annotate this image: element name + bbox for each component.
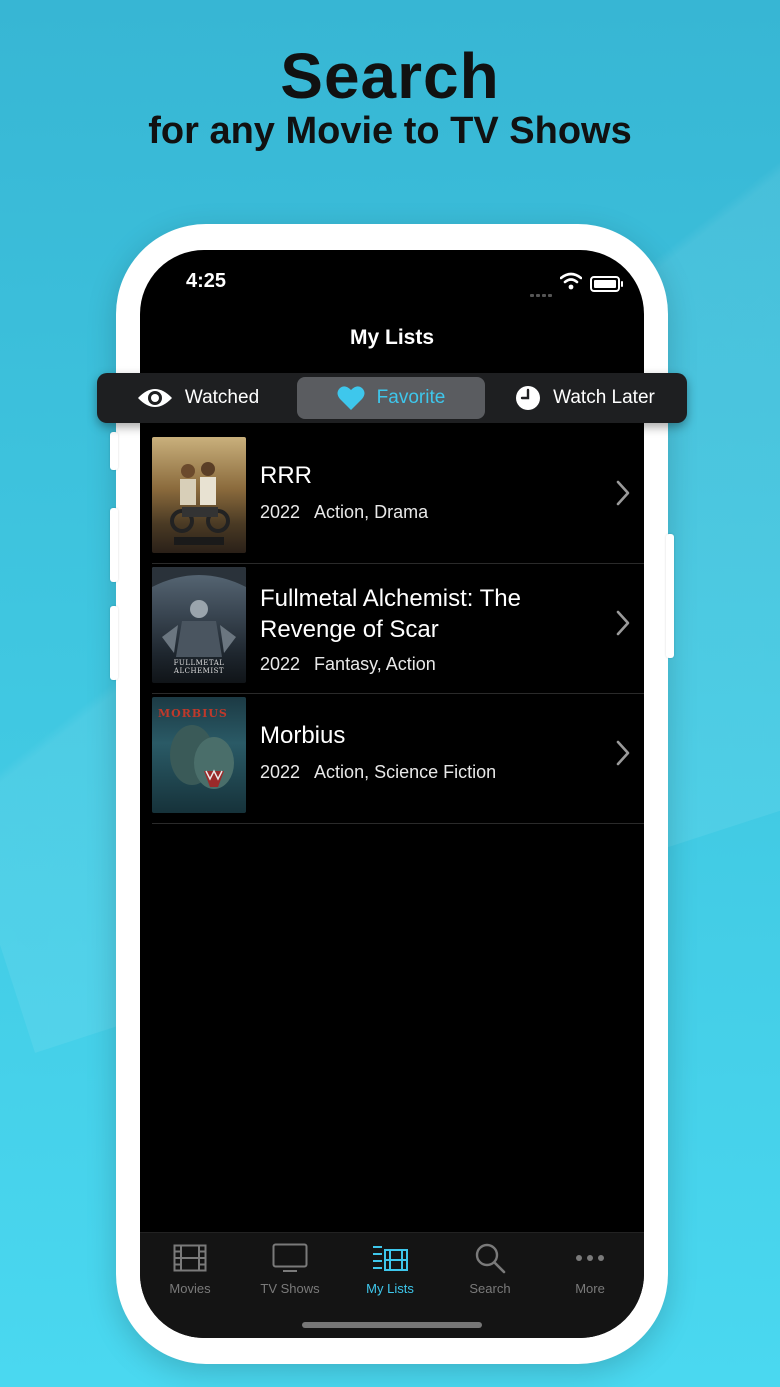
search-icon bbox=[475, 1243, 506, 1274]
tab-label: My Lists bbox=[366, 1281, 414, 1296]
battery-icon bbox=[590, 276, 623, 292]
headline-title: Search bbox=[280, 40, 500, 112]
wifi-icon bbox=[560, 272, 582, 290]
segment-label: Watch Later bbox=[553, 387, 655, 408]
poster-caption: MORBIUS bbox=[158, 707, 228, 720]
movie-poster bbox=[152, 437, 246, 553]
item-title: RRR bbox=[260, 462, 312, 489]
page-title: My Lists bbox=[349, 326, 435, 349]
segment-favorite[interactable]: Favorite bbox=[297, 377, 485, 419]
status-time: 4:25 bbox=[186, 270, 227, 292]
item-title: Fullmetal Alchemist: The Revenge of Scar bbox=[260, 585, 521, 643]
tab-label: Search bbox=[469, 1281, 511, 1296]
film-icon bbox=[173, 1244, 207, 1272]
movie-poster: FULLMETAL ALCHEMIST bbox=[152, 567, 246, 683]
list-item[interactable]: MORBIUS Morbius 2022 Action, Science Fict… bbox=[152, 694, 644, 824]
item-title: Morbius bbox=[260, 722, 346, 749]
tab-tv-shows[interactable]: TV Shows bbox=[240, 1241, 340, 1296]
chevron-right-icon bbox=[616, 480, 630, 506]
cellular-signal-icon bbox=[530, 284, 554, 302]
list-item[interactable]: FULLMETAL ALCHEMIST Fullmetal Alchemist:… bbox=[152, 564, 644, 694]
eye-icon bbox=[137, 389, 172, 407]
chevron-right-icon bbox=[616, 740, 630, 766]
list-segmented-control: Watched Favorite Watch Later bbox=[97, 373, 687, 423]
status-bar: 4:25 bbox=[140, 250, 644, 310]
list-icon bbox=[373, 1246, 408, 1271]
volume-up-button bbox=[110, 508, 118, 582]
headline-subtitle: for any Movie to TV Shows bbox=[148, 110, 632, 152]
home-indicator[interactable] bbox=[302, 1322, 482, 1328]
tab-my-lists[interactable]: My Lists bbox=[340, 1241, 440, 1296]
more-icon bbox=[576, 1255, 604, 1261]
segment-watched[interactable]: Watched bbox=[103, 377, 293, 419]
tab-more[interactable]: More bbox=[540, 1241, 640, 1296]
item-year: 2022 bbox=[260, 762, 301, 782]
item-year: 2022 bbox=[260, 502, 301, 522]
item-year: 2022 bbox=[260, 654, 301, 674]
movie-poster: MORBIUS bbox=[152, 697, 246, 813]
poster-caption: FULLMETAL ALCHEMIST bbox=[173, 659, 225, 675]
promo-headline: Search for any Movie to TV Shows bbox=[0, 40, 780, 154]
chevron-right-icon bbox=[616, 610, 630, 636]
tab-label: TV Shows bbox=[260, 1281, 320, 1296]
segment-label: Watched bbox=[184, 387, 260, 408]
list-item[interactable]: RRR 2022 Action, Drama bbox=[152, 434, 644, 564]
segment-watch-later[interactable]: Watch Later bbox=[489, 377, 681, 419]
tv-icon bbox=[272, 1243, 308, 1272]
heart-icon bbox=[337, 386, 365, 410]
power-button bbox=[666, 534, 674, 658]
tab-search[interactable]: Search bbox=[440, 1241, 540, 1296]
item-genres: Fantasy, Action bbox=[314, 654, 436, 674]
tab-movies[interactable]: Movies bbox=[140, 1241, 240, 1296]
volume-down-button bbox=[110, 606, 118, 680]
item-genres: Action, Drama bbox=[314, 502, 429, 522]
tab-label: More bbox=[575, 1281, 605, 1296]
tab-label: Movies bbox=[169, 1281, 211, 1296]
item-meta: 2022 Action, Drama bbox=[260, 502, 428, 523]
clock-icon bbox=[516, 386, 541, 410]
favorites-list: RRR 2022 Action, Drama FULLMETAL ALCHEMIS… bbox=[152, 434, 644, 824]
item-meta: 2022 Action, Science Fiction bbox=[260, 762, 496, 783]
poster-artwork bbox=[170, 462, 230, 545]
item-genres: Action, Science Fiction bbox=[314, 762, 497, 782]
segment-label: Favorite bbox=[376, 387, 446, 408]
item-meta: 2022 Fantasy, Action bbox=[260, 654, 436, 675]
mute-switch bbox=[110, 432, 118, 470]
